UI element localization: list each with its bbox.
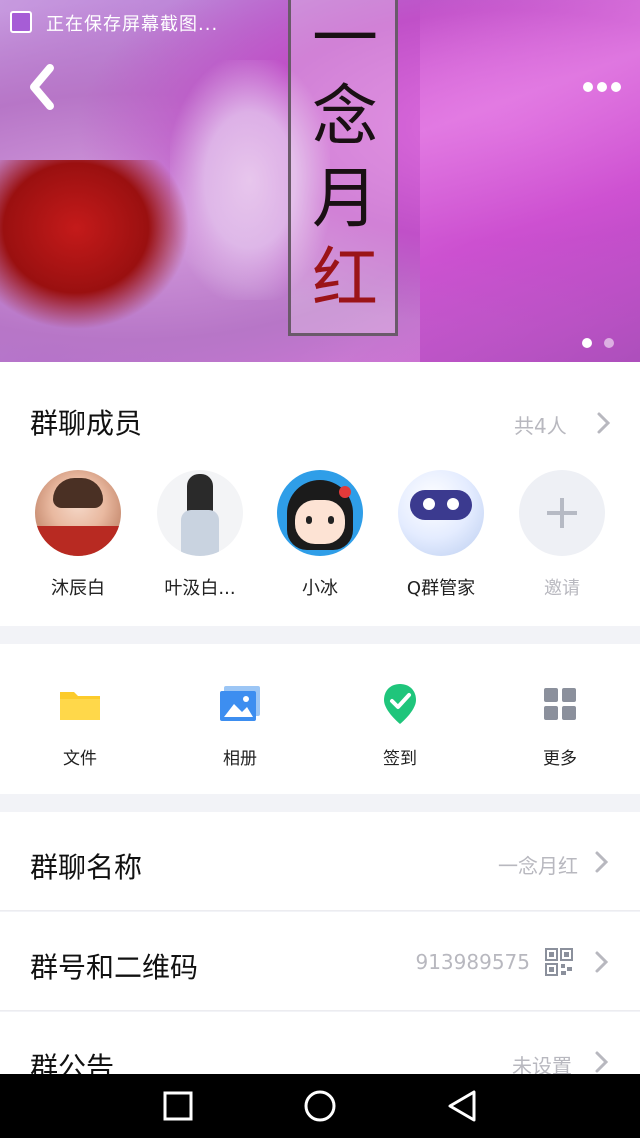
group-name-row[interactable]: 群聊名称 一念月红 — [0, 812, 640, 911]
avatar — [398, 470, 484, 556]
grid-more-icon — [538, 682, 582, 726]
member-count[interactable]: 共4人 — [514, 410, 567, 439]
system-nav-bar — [0, 1074, 640, 1138]
back-button[interactable] — [24, 62, 64, 112]
banner-title-char: 月 — [312, 160, 378, 237]
member-item[interactable]: 小冰 — [260, 470, 380, 600]
tool-album[interactable]: 相册 — [180, 682, 300, 769]
member-name: 小冰 — [302, 578, 338, 599]
chevron-right-icon[interactable] — [594, 410, 614, 436]
tool-label: 签到 — [383, 749, 417, 769]
members-section: 群聊成员 共4人 沐辰白 叶汲白... 小冰 Q群管家 邀请 — [0, 362, 640, 626]
tool-more[interactable]: 更多 — [500, 682, 620, 769]
chevron-right-icon — [595, 951, 609, 973]
avatar — [157, 470, 243, 556]
row-label: 群号和二维码 — [30, 951, 199, 984]
banner-art — [0, 160, 190, 330]
invite-label: 邀请 — [544, 578, 580, 599]
banner-art — [420, 0, 640, 362]
avatar — [35, 470, 121, 556]
banner-title-char: 红 — [312, 240, 378, 317]
add-member-circle — [519, 470, 605, 556]
screenshot-icon — [10, 11, 32, 33]
members-title: 群聊成员 — [30, 407, 143, 440]
check-in-icon — [378, 682, 422, 726]
plus-icon — [547, 498, 577, 528]
page-dot-active — [582, 338, 592, 348]
avatar — [277, 470, 363, 556]
banner-page-indicator — [582, 333, 626, 352]
page-dot — [604, 338, 614, 348]
chevron-right-icon — [595, 1051, 609, 1073]
folder-icon — [58, 682, 102, 726]
group-id-row[interactable]: 群号和二维码 913989575 — [0, 912, 640, 1011]
banner-title-char: 一 — [312, 0, 378, 77]
banner-title-char: 念 — [312, 78, 378, 155]
tool-checkin[interactable]: 签到 — [340, 682, 460, 769]
chevron-right-icon — [595, 851, 609, 873]
invite-button[interactable]: 邀请 — [502, 470, 622, 600]
member-name: 叶汲白... — [164, 578, 236, 599]
group-id-value: 913989575 — [415, 950, 530, 974]
group-cover-banner[interactable]: 一 念 月 红 正在保存屏幕截图... — [0, 0, 640, 362]
member-item[interactable]: Q群管家 — [381, 470, 501, 600]
more-dots-icon — [583, 82, 621, 92]
tool-label: 文件 — [63, 749, 97, 769]
group-name-value: 一念月红 — [498, 854, 578, 878]
qr-code-icon — [545, 948, 573, 976]
tool-files[interactable]: 文件 — [20, 682, 140, 769]
home-button[interactable] — [302, 1088, 338, 1124]
photo-album-icon — [218, 682, 262, 726]
tool-label: 相册 — [223, 749, 257, 769]
row-label: 群聊名称 — [30, 851, 143, 884]
back-arrow-icon — [30, 64, 54, 110]
status-text: 正在保存屏幕截图... — [46, 14, 219, 35]
recent-apps-button[interactable] — [160, 1088, 196, 1124]
member-name: Q群管家 — [406, 578, 476, 599]
member-name: 沐辰白 — [51, 578, 105, 599]
group-tools: 文件 相册 签到 更多 — [0, 644, 640, 794]
member-item[interactable]: 沐辰白 — [18, 470, 138, 600]
system-back-button[interactable] — [444, 1088, 480, 1124]
member-item[interactable]: 叶汲白... — [140, 470, 260, 600]
more-button[interactable] — [580, 74, 624, 100]
tool-label: 更多 — [543, 749, 577, 769]
